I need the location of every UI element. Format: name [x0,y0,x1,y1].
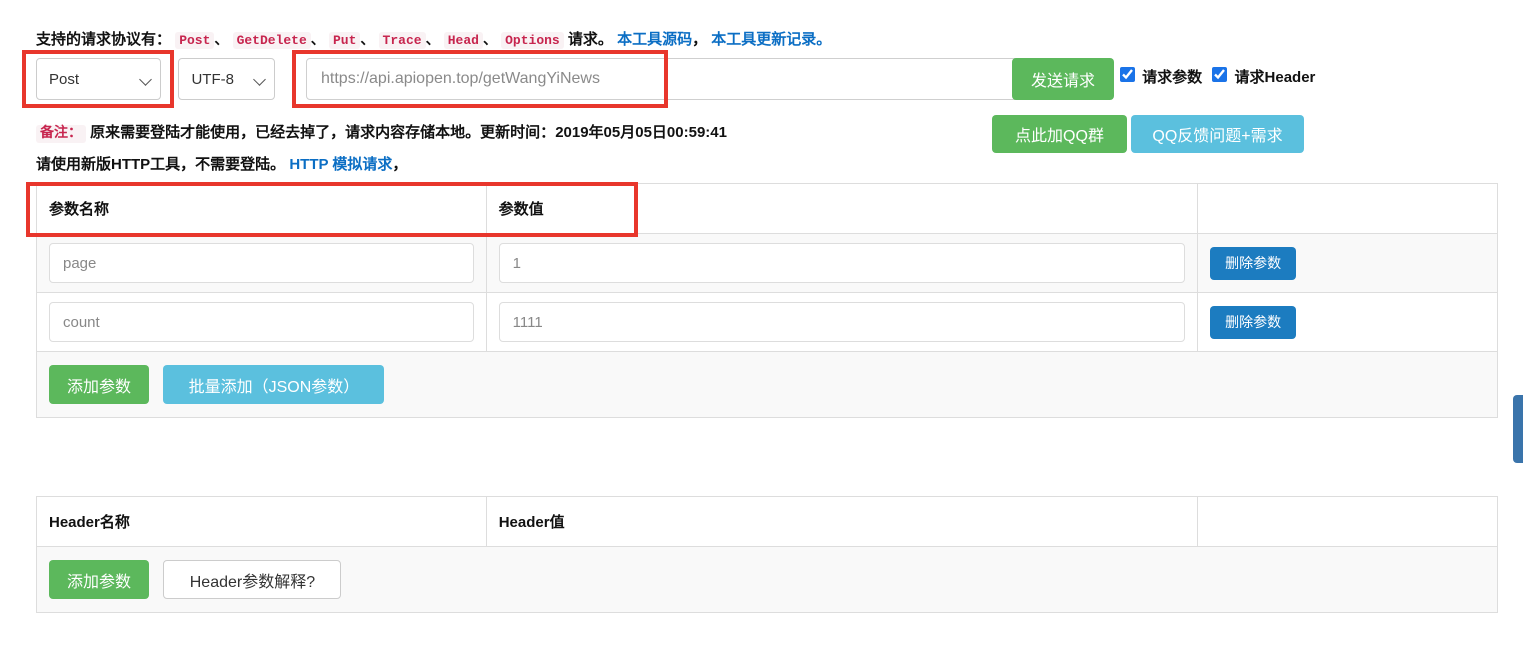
request-suffix-label: 请求。 [567,31,613,48]
protocol-separator: 、 [310,31,325,47]
param-value-input-1[interactable] [498,302,1186,342]
headers-table: Header名称 Header值 添加参数 Header参数解释? [36,496,1498,613]
header-help-button[interactable]: Header参数解释? [163,560,342,599]
link-comma: ， [692,31,708,48]
protocol-post: Post [175,32,215,49]
param-action-cell: 删除参数 [1197,233,1498,293]
request-header-checkbox[interactable] [1212,67,1228,82]
params-table-header-row: 参数名称 参数值 [36,183,1498,234]
request-header-label[interactable]: 请求Header [1235,69,1316,86]
note-line-1-text: 原来需要登陆才能使用，已经去掉了，请求内容存储本地。更新时间： [90,124,556,141]
params-table-footer-row: 添加参数 批量添加（JSON参数） [36,351,1498,418]
request-options-group: 请求参数 请求Header [1120,66,1321,87]
protocol-separator: 、 [482,31,497,47]
headers-col-actions [1197,496,1498,547]
table-row: 删除参数 [36,292,1498,352]
method-select-wrapper: Post [36,58,161,100]
protocol-put: Put [328,32,361,49]
protocol-trace: Trace [378,32,426,49]
tool-changelog-link[interactable]: 本工具更新记录。 [711,31,831,48]
note-line-1: 备注： 原来需要登陆才能使用，已经去掉了，请求内容存储本地。更新时间：2019年… [36,121,727,143]
param-name-cell [36,233,487,293]
request-params-checkbox[interactable] [1120,67,1135,82]
delete-param-button-1[interactable]: 删除参数 [1210,305,1297,339]
params-table: 参数名称 参数值 删除参数 删除参数 [36,183,1498,418]
headers-table-header-row: Header名称 Header值 [36,496,1498,547]
request-params-label[interactable]: 请求参数 [1142,69,1202,86]
param-name-input-1[interactable] [49,302,474,342]
request-bar: Post UTF-8 [36,58,1030,100]
supported-protocols-line: 支持的请求协议有： Post、 GetDelete、 Put、 Trace、 H… [36,28,831,52]
tool-source-link[interactable]: 本工具源码 [617,31,692,48]
param-action-cell: 删除参数 [1197,292,1498,352]
qq-feedback-button[interactable]: QQ反馈问题+需求 [1131,115,1304,153]
note-line-2-suffix: ， [392,156,408,173]
headers-actions-cell: 添加参数 Header参数解释? [36,546,1498,613]
new-http-tool-link[interactable]: HTTP 模拟请求 [289,156,392,173]
protocol-separator: 、 [360,31,375,47]
protocol-getdelete: GetDelete [232,32,311,49]
floating-side-tab[interactable] [1513,395,1523,463]
params-col-value: 参数值 [485,183,1199,234]
note-line-2-prefix: 请使用新版HTTP工具，不需要登陆。 [36,156,286,173]
delete-param-button-0[interactable]: 删除参数 [1210,246,1297,280]
send-request-button[interactable]: 发送请求 [1012,58,1114,100]
param-value-input-0[interactable] [498,243,1186,283]
charset-select-wrapper: UTF-8 [178,58,276,100]
add-header-button[interactable]: 添加参数 [49,560,149,599]
params-col-name: 参数名称 [36,183,487,234]
protocol-options: Options [501,32,564,49]
protocol-separator: 、 [425,31,440,47]
request-url-input[interactable] [306,58,1030,100]
headers-col-value: Header值 [485,496,1199,547]
param-name-input-0[interactable] [49,243,474,283]
batch-add-json-button[interactable]: 批量添加（JSON参数） [163,365,385,404]
protocol-separator: 、 [214,31,229,47]
param-name-cell [36,292,487,352]
headers-table-footer-row: 添加参数 Header参数解释? [36,546,1498,613]
note-update-time: 2019年05月05日00:59:41 [555,124,727,141]
join-qq-group-button[interactable]: 点此加QQ群 [992,115,1127,153]
param-value-cell [485,292,1199,352]
note-tag: 备注： [36,125,86,143]
add-param-button[interactable]: 添加参数 [49,365,149,404]
note-line-2: 请使用新版HTTP工具，不需要登陆。 HTTP 模拟请求， [36,153,407,174]
protocol-head: Head [443,32,483,49]
param-value-cell [485,233,1199,293]
http-tool-page: 支持的请求协议有： Post、 GetDelete、 Put、 Trace、 H… [0,0,1523,656]
supported-protocols-label: 支持的请求协议有： [36,31,172,48]
charset-select[interactable]: UTF-8 [178,58,276,100]
headers-col-name: Header名称 [36,496,487,547]
params-actions-cell: 添加参数 批量添加（JSON参数） [36,351,1498,418]
table-row: 删除参数 [36,233,1498,293]
request-method-select[interactable]: Post [36,58,161,100]
params-col-actions [1197,183,1498,234]
